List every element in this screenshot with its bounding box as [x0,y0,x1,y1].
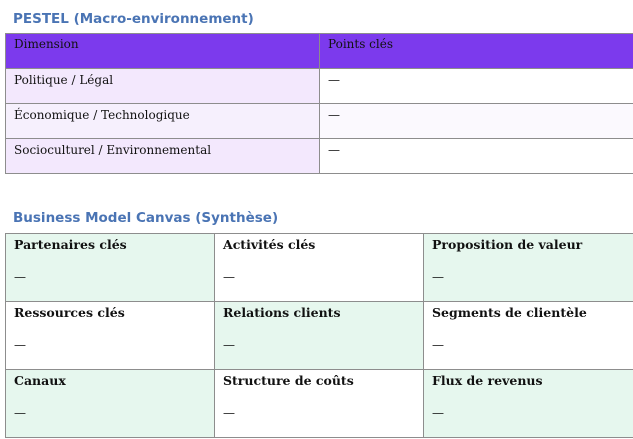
pestel-row-socioculturel: Socioculturel / Environnemental — [5,138,633,174]
pestel-points-cell[interactable]: — [319,138,633,174]
bmc-cell-title: Flux de revenus [432,373,543,388]
bmc-row: Canaux — Structure de coûts — Flux de re… [5,369,633,438]
bmc-cell-value: — [223,406,235,420]
bmc-cell-value: — [432,406,444,420]
bmc-cell-activites-cles[interactable]: Activités clés — [214,233,424,302]
bmc-cell-value: — [223,338,235,352]
business-model-canvas-table: Partenaires clés — Activités clés — Prop… [5,233,633,438]
pestel-header-row: Dimension Points clés [5,33,633,69]
pestel-header-dimension: Dimension [5,33,320,69]
bmc-cell-relations-clients[interactable]: Relations clients — [214,301,424,370]
bmc-cell-title: Proposition de valeur [432,237,583,252]
bmc-cell-title: Segments de clientèle [432,305,587,320]
bmc-section-title: Business Model Canvas (Synthèse) [13,210,279,226]
pestel-row-politique: Politique / Légal — [5,68,633,104]
bmc-cell-canaux[interactable]: Canaux — [5,369,215,438]
bmc-row: Ressources clés — Relations clients — Se… [5,301,633,370]
bmc-cell-title: Partenaires clés [14,237,127,252]
pestel-header-points: Points clés [319,33,633,69]
bmc-cell-value: — [432,338,444,352]
bmc-cell-title: Relations clients [223,305,341,320]
bmc-cell-value: — [14,270,26,284]
bmc-cell-proposition-de-valeur[interactable]: Proposition de valeur — [423,233,633,302]
pestel-points-cell[interactable]: — [319,103,633,139]
bmc-cell-flux-de-revenus[interactable]: Flux de revenus — [423,369,633,438]
pestel-points-cell[interactable]: — [319,68,633,104]
pestel-table: Dimension Points clés Politique / Légal … [5,33,633,174]
pestel-dimension-cell: Socioculturel / Environnemental [5,138,320,174]
bmc-cell-value: — [14,338,26,352]
pestel-section-title: PESTEL (Macro-environnement) [13,11,254,27]
bmc-cell-title: Structure de coûts [223,373,354,388]
bmc-cell-structure-de-couts[interactable]: Structure de coûts — [214,369,424,438]
bmc-cell-segments-de-clientele[interactable]: Segments de clientèle — [423,301,633,370]
bmc-cell-value: — [223,270,235,284]
pestel-row-economique: Économique / Technologique — [5,103,633,139]
bmc-cell-partenaires-cles[interactable]: Partenaires clés — [5,233,215,302]
bmc-cell-ressources-cles[interactable]: Ressources clés — [5,301,215,370]
bmc-cell-title: Activités clés [223,237,316,252]
bmc-cell-title: Ressources clés [14,305,125,320]
pestel-dimension-cell: Économique / Technologique [5,103,320,139]
pestel-dimension-cell: Politique / Légal [5,68,320,104]
bmc-row: Partenaires clés — Activités clés — Prop… [5,233,633,302]
bmc-cell-value: — [432,270,444,284]
bmc-cell-title: Canaux [14,373,66,388]
bmc-cell-value: — [14,406,26,420]
